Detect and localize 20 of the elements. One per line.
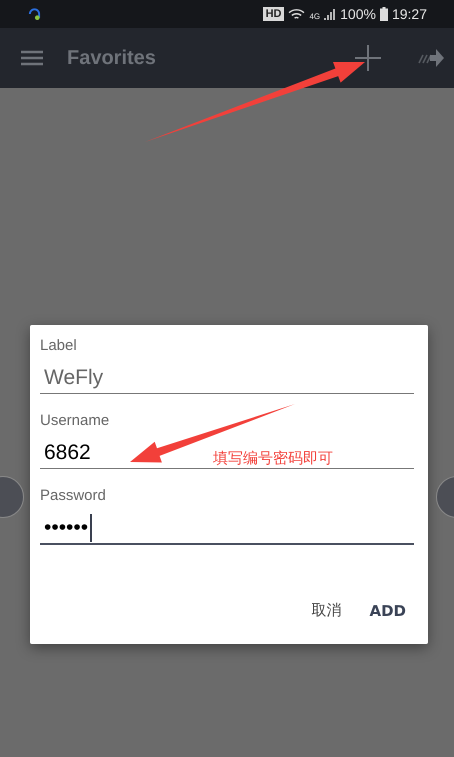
battery-icon bbox=[380, 7, 388, 21]
input-field[interactable]: •••••• bbox=[40, 513, 414, 545]
hd-badge: HD bbox=[262, 7, 284, 21]
field-label: Password bbox=[40, 487, 107, 506]
wifi-icon bbox=[288, 8, 306, 20]
plus-icon[interactable] bbox=[354, 44, 382, 72]
menu-icon[interactable] bbox=[21, 50, 43, 66]
battery-percent: 100% bbox=[340, 6, 376, 22]
arrow-icon[interactable] bbox=[418, 49, 444, 67]
input-field[interactable]: WeFly bbox=[40, 363, 414, 394]
field-label: Label bbox=[40, 337, 78, 356]
field-label: Username bbox=[40, 412, 110, 431]
headset-icon bbox=[28, 6, 41, 22]
network-type: 4G bbox=[309, 12, 320, 21]
signal-icon bbox=[324, 8, 336, 20]
app-title: Favorites bbox=[67, 46, 157, 70]
add-button[interactable]: ADD bbox=[365, 595, 410, 626]
annotation-text: 填写编号密码即可 bbox=[213, 449, 333, 468]
cancel-button[interactable]: 取消 bbox=[307, 595, 346, 626]
clock: 19:27 bbox=[392, 6, 427, 22]
